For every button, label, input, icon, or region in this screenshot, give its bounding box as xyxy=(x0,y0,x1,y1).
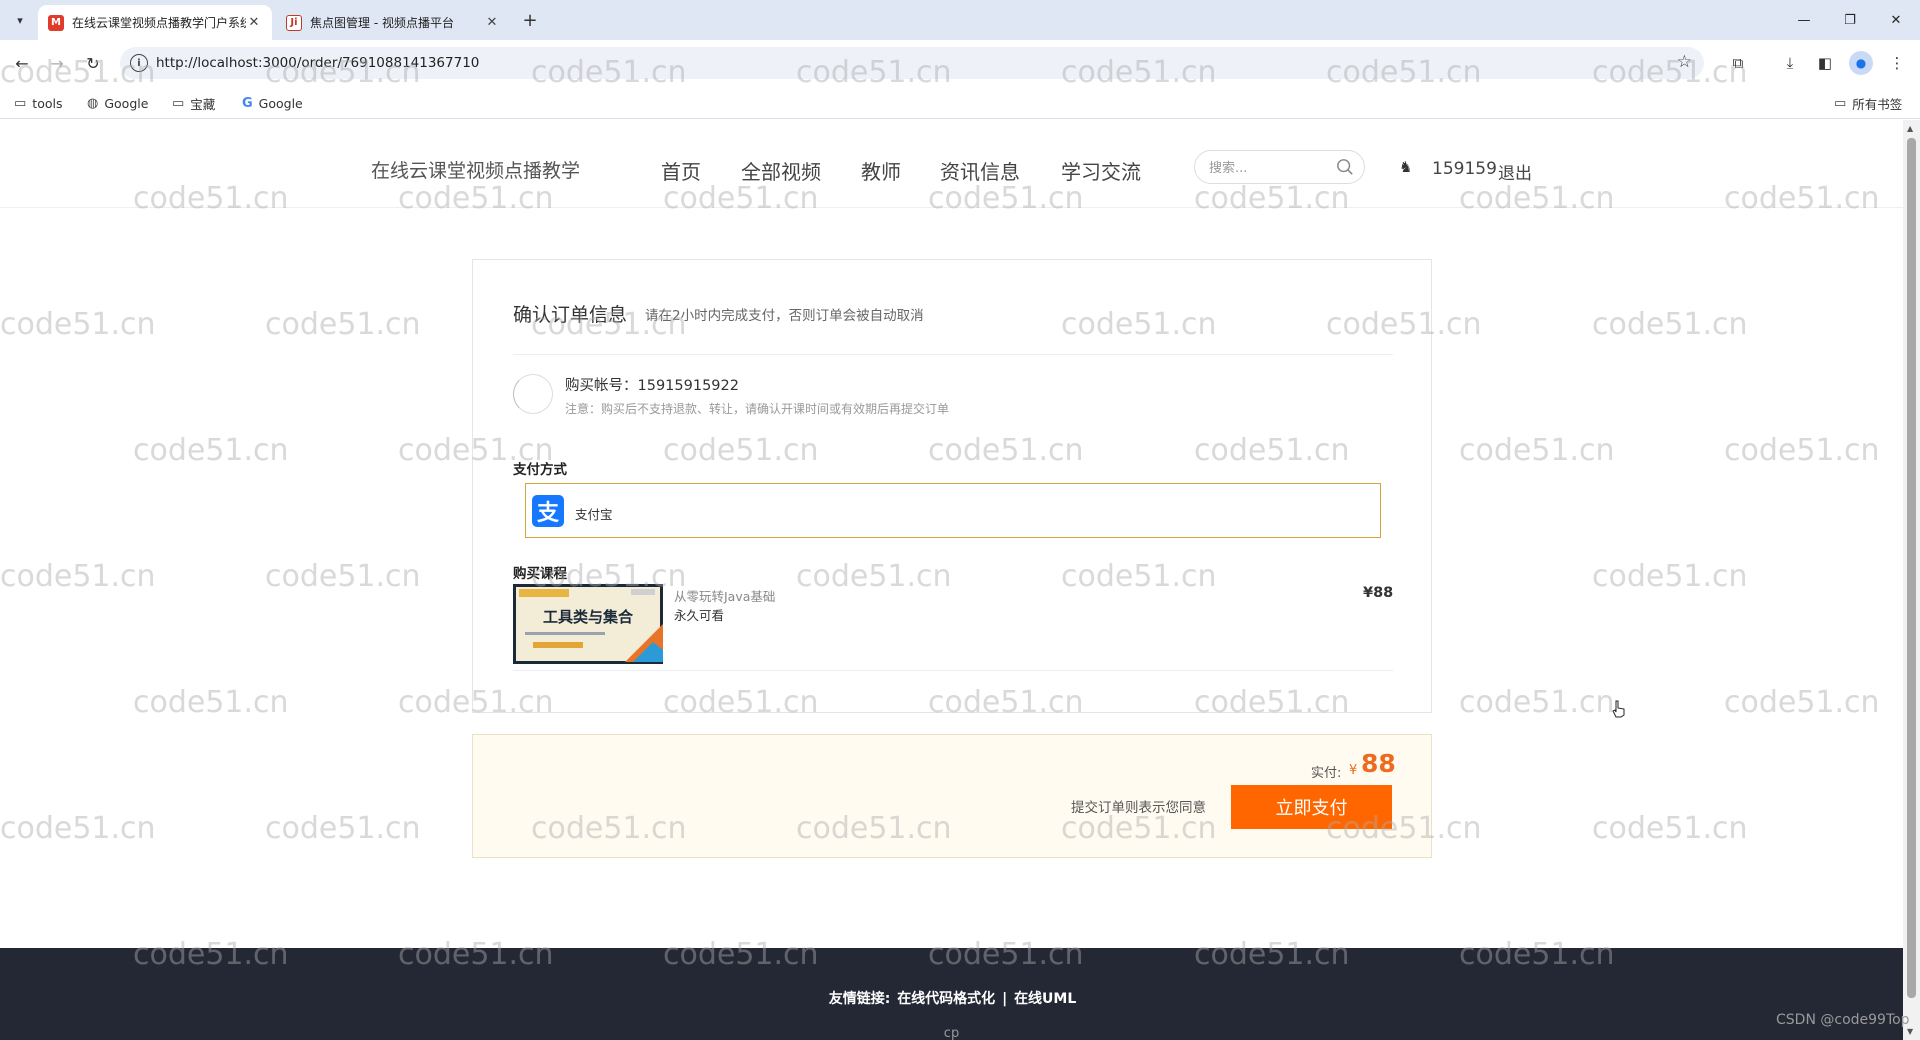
bookmark-treasure[interactable]: ▭ 宝藏 xyxy=(172,93,215,113)
all-bookmarks-label: 所有书签 xyxy=(1852,96,1903,112)
page-viewport: 在线云课堂视频点播教学 首页 全部视频 教师 资讯信息 学习交流 ♞ 15915… xyxy=(0,120,1903,1040)
bookmark-tools[interactable]: ▭ tools xyxy=(14,93,62,113)
tab-title: 焦点图管理 - 视频点播平台 xyxy=(310,16,454,30)
payment-option-alipay[interactable]: 支 支付宝 xyxy=(525,483,1381,538)
paid-currency: ¥ xyxy=(1349,763,1358,778)
divider xyxy=(513,670,1393,671)
course-section-label: 购买课程 xyxy=(513,566,567,582)
footer-separator: | xyxy=(1002,991,1008,1007)
close-window-icon[interactable]: ✕ xyxy=(1884,8,1908,32)
scroll-up-icon[interactable]: ▲ xyxy=(1907,124,1913,133)
site-header: 在线云课堂视频点播教学 首页 全部视频 教师 资讯信息 学习交流 ♞ 15915… xyxy=(0,120,1903,208)
browser-tab-inactive[interactable]: Ji 焦点图管理 - 视频点播平台 ✕ xyxy=(276,5,510,40)
paid-label: 实付: xyxy=(1311,766,1342,781)
folder-icon: ▭ xyxy=(172,95,185,111)
all-bookmarks[interactable]: ▭ 所有书签 xyxy=(1834,93,1902,113)
tab-close-icon[interactable]: ✕ xyxy=(246,15,262,30)
download-icon[interactable]: ⤓ xyxy=(1778,51,1802,75)
search-box xyxy=(1194,150,1365,184)
bookmark-label: 宝藏 xyxy=(190,96,216,112)
bookmark-google[interactable]: ◍ Google xyxy=(87,93,148,113)
payment-bar: 实付: ¥ 88 提交订单则表示您同意 立即支付 xyxy=(472,734,1432,858)
bookmark-label: tools xyxy=(32,95,63,111)
search-input[interactable] xyxy=(1209,158,1329,178)
bookmark-label: Google xyxy=(258,95,303,111)
url-text[interactable]: http://localhost:3000/order/769108814136… xyxy=(156,55,479,71)
new-tab-icon[interactable]: + xyxy=(518,8,542,32)
site-brand[interactable]: 在线云课堂视频点播教学 xyxy=(371,156,580,183)
divider xyxy=(513,354,1393,355)
bookmark-google-2[interactable]: G Google xyxy=(242,93,303,113)
scroll-down-icon[interactable]: ▼ xyxy=(1907,1027,1913,1036)
hand-cursor-icon xyxy=(1612,700,1625,718)
nav-all-videos[interactable]: 全部视频 xyxy=(741,156,821,185)
site-footer: 友情链接: 在线代码格式化 | 在线UML cp xyxy=(0,948,1903,1040)
tab-close-icon[interactable]: ✕ xyxy=(484,15,500,30)
account-avatar xyxy=(513,374,553,414)
side-panel-icon[interactable]: ◧ xyxy=(1813,51,1837,75)
agreement-text: 提交订单则表示您同意 xyxy=(1071,800,1206,816)
page-scrollbar[interactable]: ▲ ▼ xyxy=(1903,120,1920,1040)
nav-teachers[interactable]: 教师 xyxy=(861,156,901,185)
bookmark-label: Google xyxy=(104,95,149,111)
course-price: ¥88 xyxy=(1363,585,1394,601)
nav-community[interactable]: 学习交流 xyxy=(1061,156,1141,185)
browser-toolbar: ← → ↻ i http://localhost:3000/order/7691… xyxy=(0,40,1920,86)
account-note: 注意：购买后不支持退款、转让，请确认开课时间或有效期后再提交订单 xyxy=(565,402,950,416)
menu-dots-icon[interactable]: ⋮ xyxy=(1885,51,1909,75)
restore-icon[interactable]: ❐ xyxy=(1838,8,1862,32)
footer-link-formatter[interactable]: 在线代码格式化 xyxy=(897,991,995,1007)
order-card: 确认订单信息 请在2小时内完成支付，否则订单会被自动取消 购买帐号：159159… xyxy=(472,259,1432,713)
user-avatar-icon[interactable]: ♞ xyxy=(1399,158,1421,180)
profile-avatar-icon[interactable]: ● xyxy=(1849,51,1873,75)
browser-tab-active[interactable]: M 在线云课堂视频点播教学门户系统 ✕ xyxy=(38,5,272,40)
footer-links: 友情链接: 在线代码格式化 | 在线UML xyxy=(0,988,1903,1008)
bookmarks-bar: ▭ tools ◍ Google ▭ 宝藏 G Google ▭ 所有书签 xyxy=(0,86,1920,119)
search-icon[interactable] xyxy=(1336,158,1354,176)
site-favicon-icon: Ji xyxy=(286,14,302,31)
tab-title: 在线云课堂视频点播教学门户系统 xyxy=(72,16,246,30)
minimize-icon[interactable]: — xyxy=(1792,8,1816,32)
reload-icon[interactable]: ↻ xyxy=(81,51,105,75)
username[interactable]: 159159 xyxy=(1432,159,1497,179)
nav-news[interactable]: 资讯信息 xyxy=(940,156,1020,185)
forward-icon[interactable]: → xyxy=(45,51,69,75)
gmail-favicon-icon: M xyxy=(48,14,64,31)
folder-icon: ▭ xyxy=(1834,95,1847,111)
tab-search-icon[interactable]: ▾ xyxy=(8,8,32,32)
browser-tab-bar: ▾ M 在线云课堂视频点播教学门户系统 ✕ Ji 焦点图管理 - 视频点播平台 … xyxy=(0,0,1920,40)
globe-icon: ◍ xyxy=(87,95,99,111)
payment-section-label: 支付方式 xyxy=(513,462,567,478)
folder-icon: ▭ xyxy=(14,95,27,111)
course-name[interactable]: 从零玩转Java基础 xyxy=(674,586,775,605)
paid-amount: 88 xyxy=(1361,749,1396,778)
back-icon[interactable]: ← xyxy=(10,51,34,75)
course-validity: 永久可看 xyxy=(674,608,725,623)
course-thumbnail[interactable]: 工具类与集合 xyxy=(513,584,663,664)
google-g-icon: G xyxy=(242,95,253,111)
address-bar[interactable]: i http://localhost:3000/order/7691088141… xyxy=(120,47,1704,79)
bookmark-star-icon[interactable]: ☆ xyxy=(1677,52,1692,72)
footer-link-uml[interactable]: 在线UML xyxy=(1014,991,1076,1007)
extensions-icon[interactable]: ⧉ xyxy=(1726,51,1750,75)
account-label: 购买帐号：15915915922 xyxy=(565,378,739,394)
pay-now-button[interactable]: 立即支付 xyxy=(1231,785,1392,829)
footer-links-label: 友情链接: xyxy=(828,991,891,1007)
footer-copyright: cp xyxy=(943,1026,960,1040)
course-thumb-title: 工具类与集合 xyxy=(543,608,634,626)
alipay-icon: 支 xyxy=(532,495,564,527)
scrollbar-thumb[interactable] xyxy=(1907,138,1916,998)
nav-home[interactable]: 首页 xyxy=(661,156,701,185)
order-title: 确认订单信息 xyxy=(513,304,628,326)
csdn-watermark: CSDN @code99Top xyxy=(1776,1012,1910,1028)
site-info-icon[interactable]: i xyxy=(130,54,148,72)
payment-method-name: 支付宝 xyxy=(575,507,613,522)
logout-link[interactable]: 退出 xyxy=(1498,159,1532,184)
order-tip: 请在2小时内完成支付，否则订单会被自动取消 xyxy=(645,308,924,324)
